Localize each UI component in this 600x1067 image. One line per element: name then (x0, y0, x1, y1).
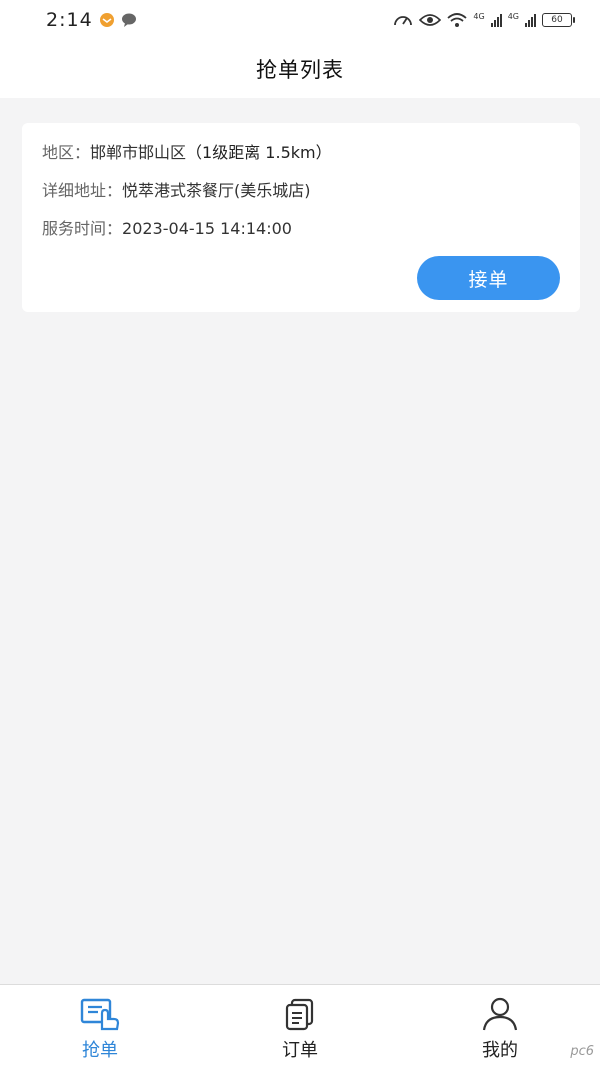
app-notification-icon (99, 13, 114, 27)
region-row: 地区：邯郸市邯山区（1级距离 1.5km） (42, 143, 560, 162)
address-label: 详细地址： (42, 181, 123, 200)
grab-order-icon (80, 997, 120, 1031)
tab-profile-label: 我的 (482, 1040, 518, 1061)
service-time-row: 服务时间：2023-04-15 14:14:00 (42, 219, 560, 238)
distance-value: （1级距离 1.5km） (186, 143, 332, 162)
tab-grab-order[interactable]: 抢单 (0, 985, 200, 1067)
wifi-icon (447, 13, 468, 27)
status-left: 2:14 (46, 9, 137, 31)
tab-bar: 抢单 订单 我的 (0, 984, 600, 1067)
region-value: 邯郸市邯山区 (90, 143, 187, 162)
signal-icon (490, 13, 502, 27)
battery-icon: 60 (542, 13, 575, 27)
watermark-logo: pc6 (570, 1044, 594, 1059)
network-type-2: 4G (507, 12, 519, 21)
profile-icon (480, 997, 520, 1031)
eye-icon (419, 14, 442, 26)
status-bar: 2:14 4G 4G 60 (0, 0, 600, 40)
accept-order-button[interactable]: 接单 (417, 256, 560, 300)
status-right: 4G 4G 60 (393, 12, 575, 28)
tab-grab-order-label: 抢单 (82, 1040, 118, 1061)
nav-bar: 抢单列表 (0, 40, 600, 98)
status-time: 2:14 (46, 9, 93, 31)
address-row: 详细地址：悦萃港式茶餐厅(美乐城店) (42, 181, 560, 200)
speed-icon (394, 16, 413, 26)
page-title: 抢单列表 (256, 58, 344, 82)
region-label: 地区： (42, 143, 91, 162)
address-value: 悦萃港式茶餐厅(美乐城店) (122, 181, 311, 200)
order-list-icon (280, 997, 320, 1031)
signal-icon (525, 13, 536, 27)
network-type-1: 4G (473, 12, 485, 21)
tab-orders-label: 订单 (282, 1040, 318, 1061)
battery-level: 60 (551, 15, 563, 25)
message-icon (121, 13, 136, 27)
service-time-label: 服务时间： (42, 219, 123, 238)
order-card: 地区：邯郸市邯山区（1级距离 1.5km） 详细地址：悦萃港式茶餐厅(美乐城店)… (22, 123, 580, 312)
tab-orders[interactable]: 订单 (200, 985, 400, 1067)
service-time-value: 2023-04-15 14:14:00 (122, 219, 292, 238)
